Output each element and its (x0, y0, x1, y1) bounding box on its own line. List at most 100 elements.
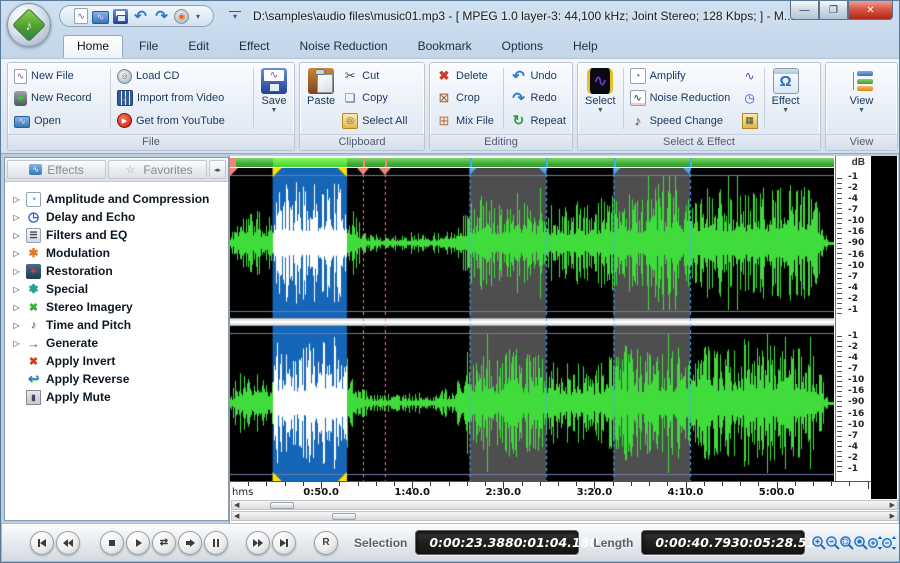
burn-cd-icon[interactable]: ◉ (174, 9, 189, 24)
tab-home[interactable]: Home (63, 35, 123, 58)
scroll-right-icon[interactable]: ▶ (890, 512, 895, 520)
mix-file-button[interactable]: ⊞Mix File (433, 110, 500, 131)
fast-forward-button[interactable] (246, 531, 270, 555)
transport-bar: ⇄ R Selection 0:00:23.388 0:01:04.180 Le… (2, 523, 900, 561)
undo-icon[interactable]: ↶ (132, 8, 149, 25)
app-menu-button[interactable]: ♪ (7, 3, 51, 47)
redo-button[interactable]: ↷Redo (507, 88, 569, 109)
scroll-right-icon[interactable]: ▶ (890, 501, 895, 509)
new-file-icon[interactable]: ∿ (74, 8, 88, 24)
wave-tool-icon[interactable]: ∿ (742, 68, 758, 84)
tree-item-stereo-imagery[interactable]: ▷✖Stereo Imagery (5, 298, 228, 316)
save-button[interactable]: Save▼ (257, 65, 291, 132)
tree-item-apply-reverse[interactable]: ↩Apply Reverse (5, 370, 228, 388)
customize-toolbar-icon[interactable]: ▾ (229, 11, 241, 21)
tab-options[interactable]: Options (488, 35, 557, 58)
tab-file[interactable]: File (125, 35, 172, 58)
play-selection-button[interactable] (178, 531, 202, 555)
new-record-button[interactable]: ✚New Record (11, 88, 107, 109)
noise-reduction-button[interactable]: ∿Noise Reduction (627, 88, 739, 109)
delete-button[interactable]: ✖Delete (433, 66, 500, 87)
expand-arrow-icon[interactable]: ▷ (12, 231, 21, 240)
open-button[interactable]: ∿Open (11, 110, 107, 131)
vertical-zoom-out-button[interactable] (882, 532, 895, 554)
zoom-to-selection-button[interactable] (840, 532, 853, 554)
tree-item-filters-and-eq[interactable]: ▷☰Filters and EQ (5, 226, 228, 244)
tree-item-apply-mute[interactable]: ▮Apply Mute (5, 388, 228, 406)
record-button[interactable]: R (314, 531, 338, 555)
amplify-button[interactable]: ◔Amplify (627, 66, 739, 87)
expand-arrow-icon[interactable]: ▷ (12, 213, 21, 222)
pause-button[interactable] (204, 531, 228, 555)
maximize-button[interactable]: ❐ (819, 1, 848, 20)
close-button[interactable]: ✕ (848, 1, 893, 20)
view-button[interactable]: View▼ (845, 65, 879, 132)
tree-item-apply-invert[interactable]: ✖Apply Invert (5, 352, 228, 370)
tab-noise-reduction[interactable]: Noise Reduction (286, 35, 402, 58)
horizontal-scrollbar-bottom[interactable]: ◀ ▶ (231, 511, 898, 521)
undo-button[interactable]: ↶Undo (507, 66, 569, 87)
expand-arrow-icon[interactable]: ▷ (12, 285, 21, 294)
zoom-out-button[interactable] (826, 532, 839, 554)
expand-arrow-icon[interactable]: ▷ (12, 339, 21, 348)
scrollbar-thumb[interactable] (270, 502, 294, 509)
scroll-left-icon[interactable]: ◀ (234, 512, 239, 520)
tab-effects-panel[interactable]: ∿ Effects (7, 160, 106, 179)
new-file-button[interactable]: ∿New File (11, 66, 107, 87)
select-button[interactable]: ∿ Select▼ (581, 65, 620, 132)
select-all-button[interactable]: ◎Select All (339, 110, 410, 131)
get-from-youtube-button[interactable]: ▶Get from YouTube (114, 110, 250, 131)
minimize-button[interactable]: — (790, 1, 819, 20)
expand-arrow-icon[interactable]: ▷ (12, 303, 21, 312)
tab-help[interactable]: Help (559, 35, 612, 58)
redo-icon[interactable]: ↷ (153, 8, 170, 25)
tree-item-modulation[interactable]: ▷✱Modulation (5, 244, 228, 262)
qat-dropdown-icon[interactable]: ▾ (193, 8, 203, 25)
loop-play-button[interactable]: ⇄ (152, 531, 176, 555)
import-from-video-button[interactable]: ♪Import from Video (114, 88, 250, 109)
vertical-zoom-in-button[interactable] (868, 532, 881, 554)
speed-change-button[interactable]: ♪Speed Change (627, 110, 739, 131)
load-cd-button[interactable]: ◎Load CD (114, 66, 250, 87)
zoom-full-button[interactable] (854, 532, 867, 554)
waveform-canvas[interactable] (230, 168, 834, 481)
open-file-icon[interactable]: ∿ (92, 11, 109, 24)
expand-arrow-icon[interactable]: ▷ (12, 321, 21, 330)
tab-bookmark[interactable]: Bookmark (404, 35, 486, 58)
timeline-ruler[interactable]: hms 0:50.01:40.02:30.03:20.04:10.05:00.0 (230, 481, 871, 499)
copy-button[interactable]: ❏Copy (339, 88, 410, 109)
cut-button[interactable]: ✂Cut (339, 66, 410, 87)
rewind-button[interactable] (56, 531, 80, 555)
waveform-panel: dB -1-2-4-7-10-16-90-16-10-7-4-2-1 -1-2-… (229, 156, 898, 523)
tree-item-delay-and-echo[interactable]: ▷◷Delay and Echo (5, 208, 228, 226)
tree-item-restoration[interactable]: ▷✦Restoration (5, 262, 228, 280)
save-icon[interactable] (113, 9, 128, 24)
go-to-end-button[interactable] (272, 531, 296, 555)
tree-item-special[interactable]: ▷❃Special (5, 280, 228, 298)
sidebar-collapse-button[interactable]: ◂▸ (209, 160, 226, 179)
expand-arrow-icon[interactable]: ▷ (12, 195, 21, 204)
ribbon-group-editing: ✖Delete ⊠Crop ⊞Mix File ↶Undo ↷Redo ↻Rep… (429, 62, 573, 151)
scrollbar-thumb[interactable] (332, 513, 356, 520)
zoom-in-button[interactable] (812, 532, 825, 554)
expand-arrow-icon[interactable]: ▷ (12, 267, 21, 276)
stop-button[interactable] (100, 531, 124, 555)
crop-button[interactable]: ⊠Crop (433, 88, 500, 109)
horizontal-scrollbar-top[interactable]: ◀ ▶ (231, 500, 898, 510)
tab-effect[interactable]: Effect (225, 35, 283, 58)
timer-tool-icon[interactable]: ◷ (742, 90, 758, 106)
frame-tool-icon[interactable]: ▦ (742, 113, 758, 129)
repeat-button[interactable]: ↻Repeat (507, 110, 569, 131)
go-to-start-button[interactable] (30, 531, 54, 555)
tree-item-generate[interactable]: ▷→Generate (5, 334, 228, 352)
paste-button[interactable]: Paste (303, 65, 339, 132)
effect-button[interactable]: Ω Effect▼ (768, 65, 804, 132)
expand-arrow-icon[interactable]: ▷ (12, 249, 21, 258)
tab-edit[interactable]: Edit (174, 35, 223, 58)
tree-item-time-and-pitch[interactable]: ▷♪Time and Pitch (5, 316, 228, 334)
scroll-left-icon[interactable]: ◀ (234, 501, 239, 509)
tree-item-amplitude-and-compression[interactable]: ▷◔Amplitude and Compression (5, 190, 228, 208)
overview-strip[interactable] (230, 158, 834, 167)
tab-favorites-panel[interactable]: ☆ Favorites (108, 160, 207, 179)
play-button[interactable] (126, 531, 150, 555)
